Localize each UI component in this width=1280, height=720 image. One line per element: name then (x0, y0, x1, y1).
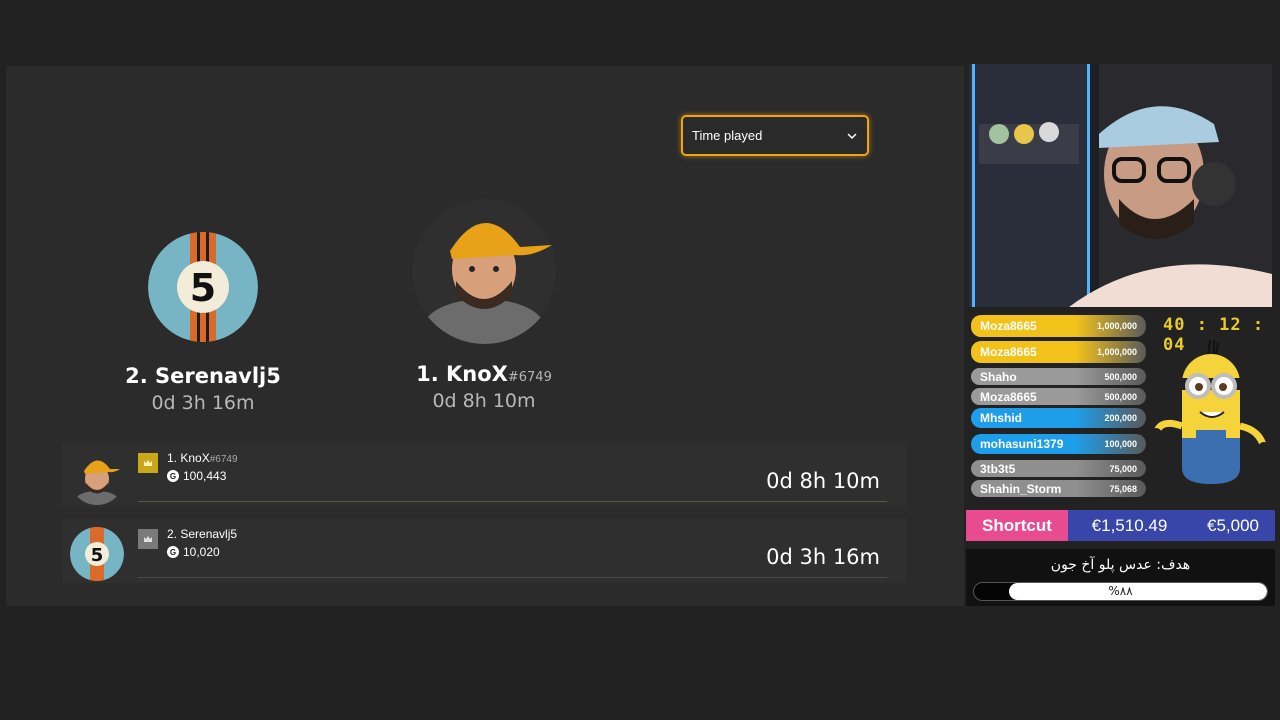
number-5-avatar: 5 (148, 232, 258, 342)
donor-item: Shahin_Storm 75,068 (971, 480, 1146, 497)
donor-amount: 500,000 (1104, 391, 1137, 402)
donor-name: 3tb3t5 (980, 461, 1016, 476)
crown-badge-grey-icon (138, 529, 158, 549)
podium-first-tag: #6749 (507, 370, 552, 385)
svg-text:5: 5 (190, 266, 216, 310)
webcam-feed (969, 64, 1272, 307)
donor-item: Mhshid 200,000 (971, 408, 1146, 428)
leaderboard-row[interactable]: 1. KnoX#6749 G 100,443 0d 8h 10m (62, 443, 907, 507)
row-name: 1. KnoX (167, 451, 210, 465)
number-5-avatar: 5 (70, 527, 124, 581)
podium-first-time: 0d 8h 10m (432, 390, 536, 412)
goal-box: هدف: عدس پلو آخ جون %۸۸ (966, 549, 1275, 606)
donor-name: Moza8665 (980, 389, 1037, 404)
gamerscore-value: 10,020 (183, 545, 220, 559)
donor-item: 3tb3t5 75,000 (971, 460, 1146, 477)
podium-first-name: 1. KnoX (416, 362, 508, 386)
row-tag: #6749 (209, 454, 238, 465)
goal-percent-label: %۸۸ (1108, 584, 1133, 598)
donor-name: Shaho (980, 369, 1017, 384)
man-yellow-cap-avatar (70, 451, 124, 505)
donor-amount: 75,068 (1109, 483, 1137, 494)
donor-amount: 500,000 (1104, 371, 1137, 382)
donor-name: Moza8665 (980, 345, 1037, 359)
donor-amount: 200,000 (1104, 413, 1137, 423)
row-divider (138, 501, 887, 502)
sort-dropdown[interactable]: Time played (681, 115, 869, 156)
row-divider (138, 577, 887, 578)
crown-badge-gold-icon (138, 453, 158, 473)
donor-item: mohasuni1379 100,000 (971, 434, 1146, 454)
gamerscore-value: 100,443 (183, 469, 227, 483)
donor-name: mohasuni1379 (980, 437, 1064, 451)
gamerscore-icon: G (167, 470, 179, 482)
donor-amount: 100,000 (1104, 439, 1137, 449)
chevron-down-icon (847, 132, 857, 139)
row-time: 0d 3h 16m (766, 545, 880, 569)
svg-text:5: 5 (91, 545, 104, 566)
row-name: 2. Serenavlj5 (167, 527, 238, 541)
podium-second-name: 2. Serenavlj5 (125, 364, 281, 388)
gamerscore: G 10,020 (167, 545, 220, 559)
man-yellow-cap-avatar (411, 199, 557, 344)
gamerscore-icon: G (167, 546, 179, 558)
podium-second-time: 0d 3h 16m (151, 392, 255, 414)
shortcut-brand: Shortcut (966, 510, 1068, 541)
leaderboard-row[interactable]: 5 2. Serenavlj5 G 10,020 0d 3h 16m (62, 519, 907, 583)
raised-amount: €1,510.49 (1091, 515, 1168, 535)
donor-name: Mhshid (980, 411, 1022, 425)
donation-progress-banner: Shortcut €1,510.49 €5,000 (966, 510, 1275, 541)
donor-name: Shahin_Storm (980, 481, 1062, 496)
goal-title: هدف: عدس پلو آخ جون (1050, 557, 1191, 573)
donor-name: Moza8665 (980, 319, 1037, 333)
gamerscore: G 100,443 (167, 469, 226, 483)
sort-dropdown-label: Time played (692, 128, 763, 143)
donor-item: Moza8665 1,000,000 (971, 315, 1146, 337)
donor-item: Moza8665 1,000,000 (971, 341, 1146, 363)
donor-item: Shaho 500,000 (971, 368, 1146, 385)
podium-second[interactable]: 5 2. Serenavlj5 0d 3h 16m (113, 232, 293, 414)
row-time: 0d 8h 10m (766, 469, 880, 493)
donor-amount: 75,000 (1109, 463, 1137, 474)
podium-first[interactable]: 1. KnoX#6749 0d 8h 10m (394, 199, 574, 412)
donor-amount: 1,000,000 (1096, 347, 1137, 357)
goal-amount: €5,000 (1207, 515, 1259, 535)
donor-item: Moza8665 500,000 (971, 388, 1146, 405)
donor-amount: 1,000,000 (1096, 321, 1137, 331)
goal-progress-bar: %۸۸ (973, 582, 1268, 601)
minion-mascot-icon (1150, 338, 1270, 500)
